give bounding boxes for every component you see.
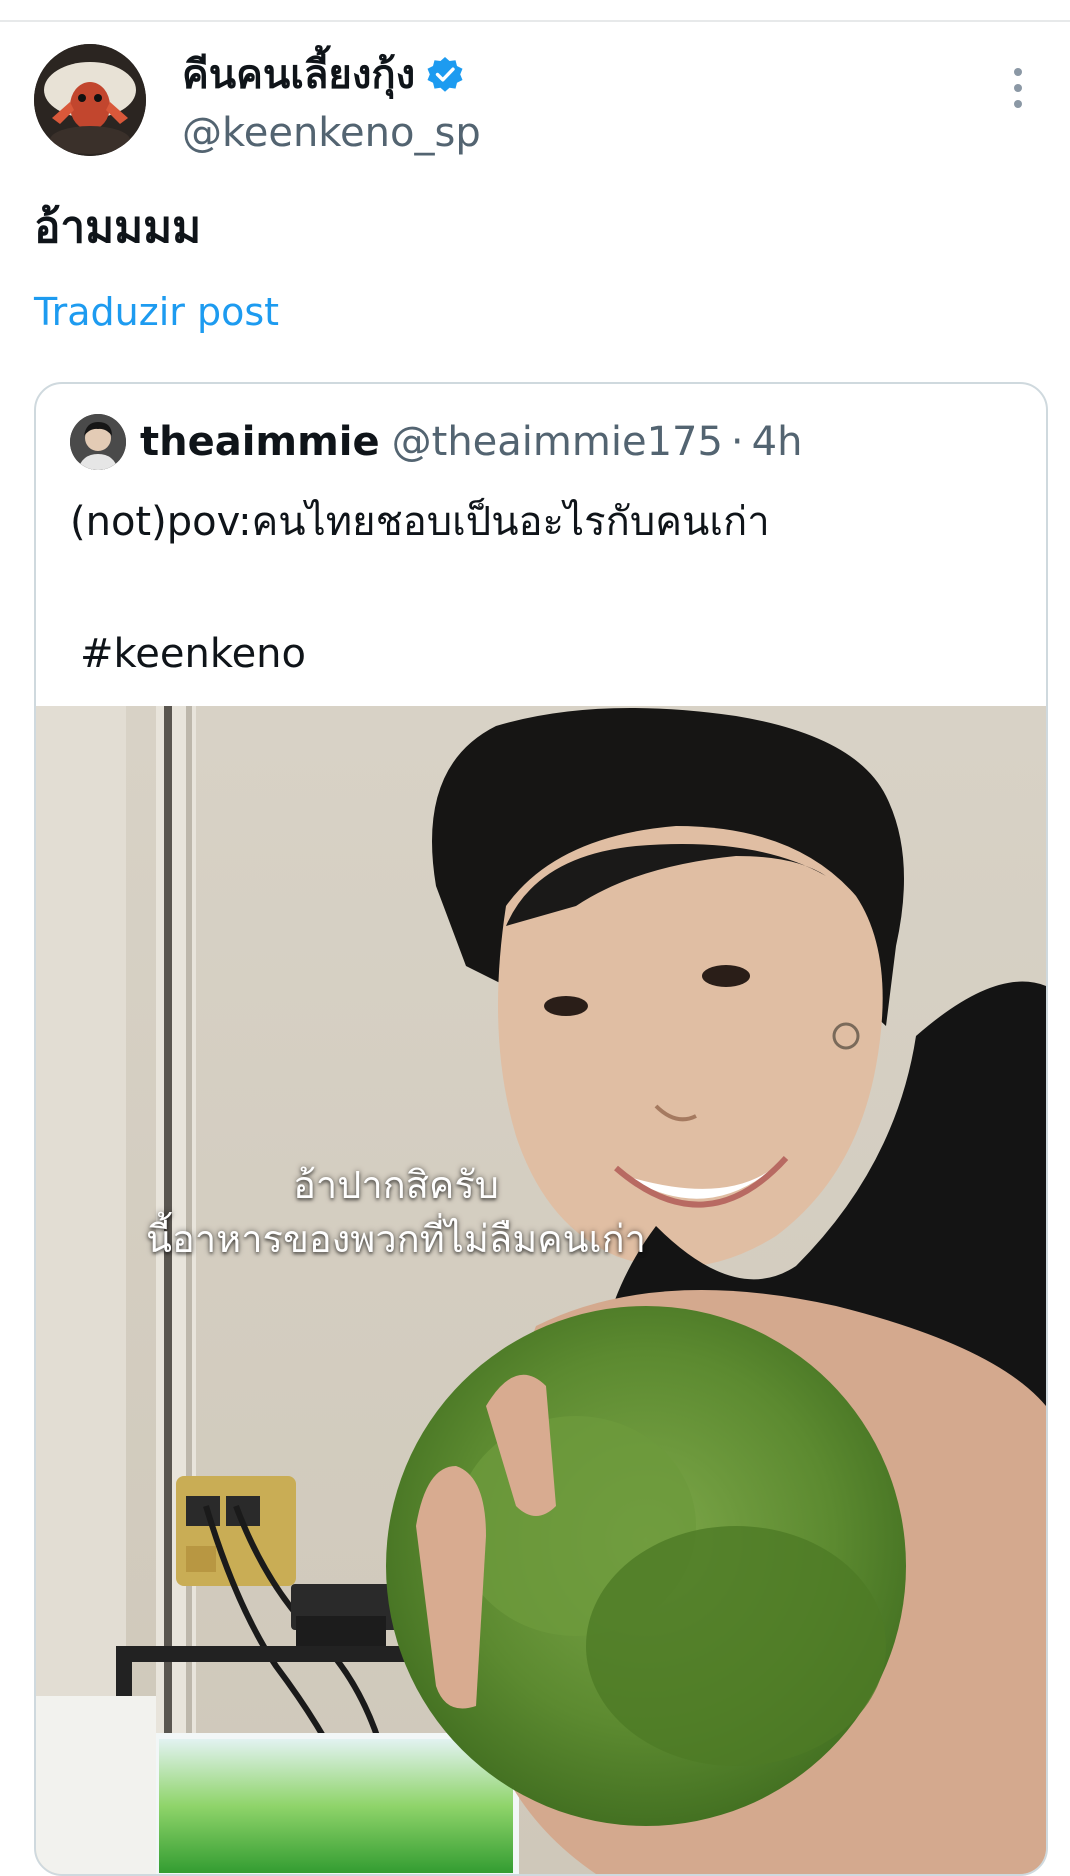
quoted-header: theaimmie @theaimmie175 · 4h xyxy=(70,410,802,474)
quoted-timestamp[interactable]: 4h xyxy=(752,419,803,465)
author-name[interactable]: คีนคนเลี้ยงกุ้ง xyxy=(182,44,415,106)
author-avatar[interactable] xyxy=(34,44,146,156)
video-caption-line-2: นี้อาหารของพวกที่ไม่ลืมคนเก่า xyxy=(146,1217,646,1261)
author-block: คีนคนเลี้ยงกุ้ง @keenkeno_sp xyxy=(182,44,481,160)
video-frame-image xyxy=(36,706,1046,1874)
author-handle[interactable]: @keenkeno_sp xyxy=(182,106,481,160)
quoted-author-handle[interactable]: @theaimmie175 xyxy=(392,419,723,465)
quoted-post-card[interactable]: theaimmie @theaimmie175 · 4h (not)pov:คน… xyxy=(34,382,1048,1876)
video-caption-line-1: อ้าปากสิครับ xyxy=(293,1163,499,1207)
post-text: อ้ามมมม xyxy=(34,202,202,253)
top-divider xyxy=(0,20,1070,22)
quoted-hashtag[interactable]: #keenkeno xyxy=(80,624,306,684)
author-name-row: คีนคนเลี้ยงกุ้ง xyxy=(182,44,481,106)
verified-badge-icon xyxy=(427,57,463,92)
shrimp-avatar-icon xyxy=(34,44,146,156)
quoted-author-avatar[interactable] xyxy=(70,414,126,470)
translate-post-link[interactable]: Traduzir post xyxy=(34,284,279,340)
quoted-author-name[interactable]: theaimmie xyxy=(140,419,380,465)
quoted-video[interactable]: อ้าปากสิครับ นี้อาหารของพวกที่ไม่ลืมคนเก… xyxy=(36,706,1046,1874)
person-avatar-icon xyxy=(70,414,126,470)
quoted-separator: · xyxy=(730,419,744,465)
more-options-icon[interactable] xyxy=(1006,64,1030,112)
quoted-text: (not)pov:คนไทยชอบเป็นอะไรกับคนเก่า xyxy=(70,499,770,545)
video-caption: อ้าปากสิครับ นี้อาหารของพวกที่ไม่ลืมคนเก… xyxy=(36,1158,756,1266)
